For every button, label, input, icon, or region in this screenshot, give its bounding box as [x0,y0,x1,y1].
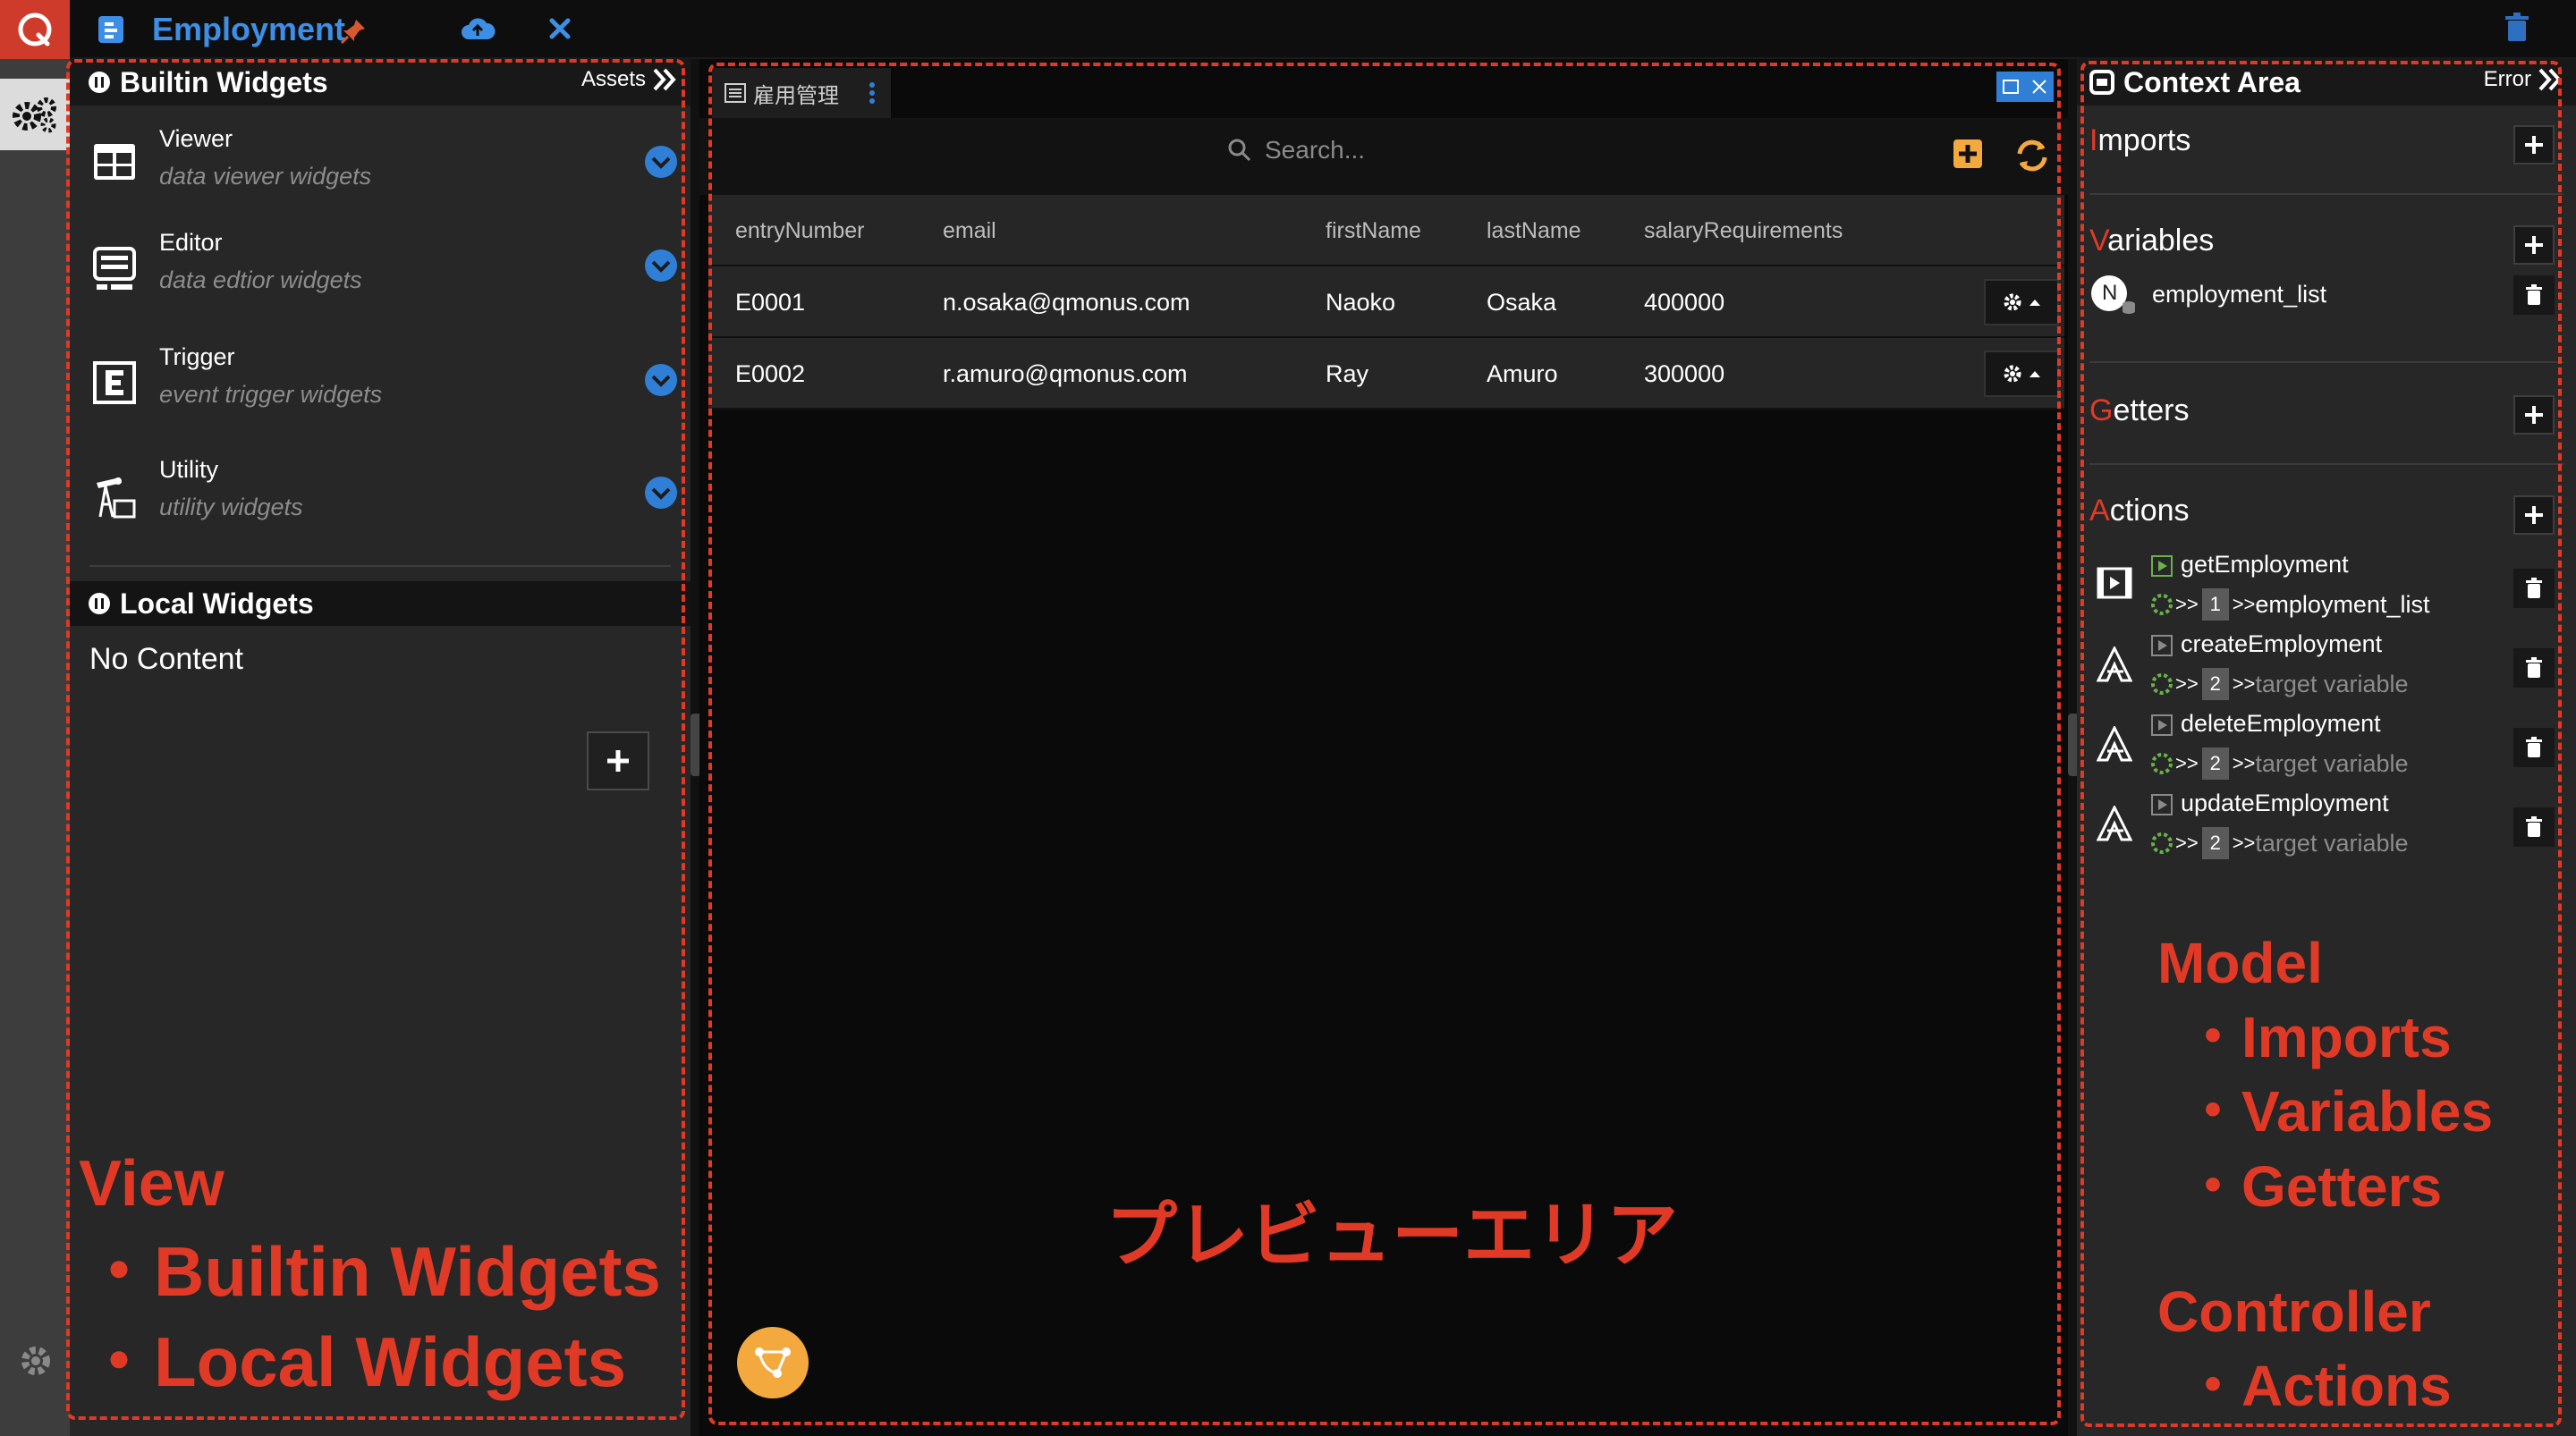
annotation-view: View ・Builtin Widgets ・Local Widgets [79,1143,661,1407]
gears-icon[interactable] [0,79,70,150]
annotation-controller-item: ・Actions [2184,1354,2452,1419]
annotation-model-item: ・Variables [2184,1079,2494,1145]
annotation-model-title: Model [2157,931,2323,995]
annotation-preview: プレビューエリア [1106,1195,1678,1275]
trash-icon[interactable] [2504,13,2529,43]
annotation-model: Model ・Imports ・Variables ・Getters [2157,926,2493,1224]
close-icon[interactable] [547,16,572,41]
annotation-controller-title: Controller [2157,1280,2431,1344]
document-icon [97,14,125,45]
annotation-model-item: ・Getters [2184,1153,2443,1219]
annotation-view-item: ・Builtin Widgets [84,1231,661,1311]
annotation-view-title: View [79,1148,225,1220]
top-bar: Employment [0,0,2576,59]
annotation-view-item: ・Local Widgets [84,1322,627,1401]
annotation-controller: Controller ・Actions [2157,1275,2452,1423]
app-title: Employment [152,11,346,47]
left-rail [0,59,70,1436]
settings-icon[interactable] [18,1343,54,1379]
cloud-upload-icon[interactable] [460,16,496,43]
annotation-model-item: ・Imports [2184,1005,2452,1070]
logo-icon[interactable] [0,0,70,59]
pin-icon[interactable] [340,18,367,45]
